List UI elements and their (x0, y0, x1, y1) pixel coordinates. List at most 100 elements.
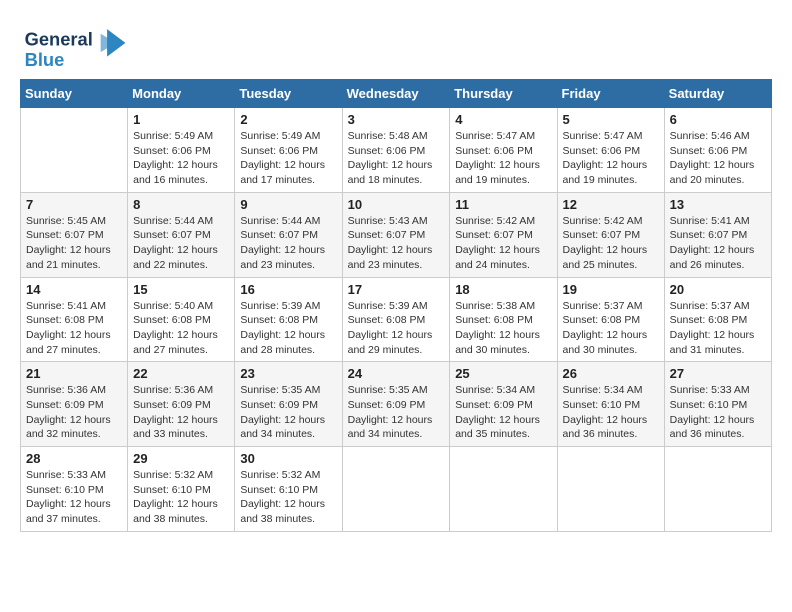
day-number: 9 (240, 197, 336, 212)
calendar-week-row: 7Sunrise: 5:45 AMSunset: 6:07 PMDaylight… (21, 192, 772, 277)
calendar-cell: 16 Sunrise: 5:39 AMSunset: 6:08 PMDayligh… (235, 277, 342, 362)
weekday-header-thursday: Thursday (450, 80, 557, 108)
weekday-header-row: SundayMondayTuesdayWednesdayThursdayFrid… (21, 80, 772, 108)
day-info: Sunrise: 5:46 AMSunset: 6:06 PMDaylight:… (670, 129, 766, 188)
day-info: Sunrise: 5:47 AMSunset: 6:06 PMDaylight:… (563, 129, 659, 188)
day-number: 22 (133, 366, 229, 381)
calendar-cell: 15 Sunrise: 5:40 AMSunset: 6:08 PMDayligh… (128, 277, 235, 362)
calendar-cell: 29 Sunrise: 5:32 AMSunset: 6:10 PMDayligh… (128, 447, 235, 532)
day-number: 1 (133, 112, 229, 127)
calendar-cell: 17Sunrise: 5:39 AMSunset: 6:08 PMDayligh… (342, 277, 450, 362)
day-info: Sunrise: 5:35 AMSunset: 6:09 PMDaylight:… (348, 383, 445, 442)
calendar-cell: 25 Sunrise: 5:34 AMSunset: 6:09 PMDayligh… (450, 362, 557, 447)
day-info: Sunrise: 5:33 AMSunset: 6:10 PMDaylight:… (670, 383, 766, 442)
day-info: Sunrise: 5:45 AMSunset: 6:07 PMDaylight:… (26, 214, 122, 273)
calendar-cell: 8 Sunrise: 5:44 AMSunset: 6:07 PMDaylight… (128, 192, 235, 277)
calendar-cell: 9 Sunrise: 5:44 AMSunset: 6:07 PMDaylight… (235, 192, 342, 277)
day-info: Sunrise: 5:32 AMSunset: 6:10 PMDaylight:… (133, 468, 229, 527)
day-info: Sunrise: 5:33 AMSunset: 6:10 PMDaylight:… (26, 468, 122, 527)
calendar-cell: 1 Sunrise: 5:49 AMSunset: 6:06 PMDaylight… (128, 108, 235, 193)
logo-svg: General Blue (20, 20, 130, 75)
calendar-cell: 12 Sunrise: 5:42 AMSunset: 6:07 PMDayligh… (557, 192, 664, 277)
calendar-cell: 23Sunrise: 5:35 AMSunset: 6:09 PMDayligh… (235, 362, 342, 447)
calendar-cell: 19Sunrise: 5:37 AMSunset: 6:08 PMDayligh… (557, 277, 664, 362)
calendar-cell: 28 Sunrise: 5:33 AMSunset: 6:10 PMDayligh… (21, 447, 128, 532)
weekday-header-sunday: Sunday (21, 80, 128, 108)
day-number: 8 (133, 197, 229, 212)
calendar-cell: 24 Sunrise: 5:35 AMSunset: 6:09 PMDayligh… (342, 362, 450, 447)
day-info: Sunrise: 5:40 AMSunset: 6:08 PMDaylight:… (133, 299, 229, 358)
day-number: 2 (240, 112, 336, 127)
day-number: 13 (670, 197, 766, 212)
day-info: Sunrise: 5:43 AMSunset: 6:07 PMDaylight:… (348, 214, 445, 273)
day-info: Sunrise: 5:36 AMSunset: 6:09 PMDaylight:… (133, 383, 229, 442)
day-info: Sunrise: 5:49 AMSunset: 6:06 PMDaylight:… (240, 129, 336, 188)
svg-text:General: General (25, 29, 93, 50)
day-number: 29 (133, 451, 229, 466)
calendar-cell (342, 447, 450, 532)
day-number: 26 (563, 366, 659, 381)
day-number: 14 (26, 282, 122, 297)
day-info: Sunrise: 5:36 AMSunset: 6:09 PMDaylight:… (26, 383, 122, 442)
day-number: 25 (455, 366, 551, 381)
day-number: 3 (348, 112, 445, 127)
day-number: 15 (133, 282, 229, 297)
day-number: 28 (26, 451, 122, 466)
calendar-cell: 2 Sunrise: 5:49 AMSunset: 6:06 PMDaylight… (235, 108, 342, 193)
calendar-week-row: 1 Sunrise: 5:49 AMSunset: 6:06 PMDaylight… (21, 108, 772, 193)
svg-text:Blue: Blue (25, 49, 65, 70)
calendar-body: 1 Sunrise: 5:49 AMSunset: 6:06 PMDaylight… (21, 108, 772, 532)
day-number: 6 (670, 112, 766, 127)
calendar-cell (21, 108, 128, 193)
calendar-cell: 21 Sunrise: 5:36 AMSunset: 6:09 PMDayligh… (21, 362, 128, 447)
day-info: Sunrise: 5:34 AMSunset: 6:09 PMDaylight:… (455, 383, 551, 442)
weekday-header-monday: Monday (128, 80, 235, 108)
calendar-cell: 27 Sunrise: 5:33 AMSunset: 6:10 PMDayligh… (664, 362, 771, 447)
calendar-cell (450, 447, 557, 532)
calendar-cell: 10Sunrise: 5:43 AMSunset: 6:07 PMDayligh… (342, 192, 450, 277)
day-info: Sunrise: 5:47 AMSunset: 6:06 PMDaylight:… (455, 129, 551, 188)
day-info: Sunrise: 5:35 AMSunset: 6:09 PMDaylight:… (240, 383, 336, 442)
day-info: Sunrise: 5:37 AMSunset: 6:08 PMDaylight:… (563, 299, 659, 358)
calendar-week-row: 21 Sunrise: 5:36 AMSunset: 6:09 PMDayligh… (21, 362, 772, 447)
day-number: 21 (26, 366, 122, 381)
calendar-cell: 7Sunrise: 5:45 AMSunset: 6:07 PMDaylight… (21, 192, 128, 277)
calendar-cell (664, 447, 771, 532)
day-info: Sunrise: 5:34 AMSunset: 6:10 PMDaylight:… (563, 383, 659, 442)
calendar-week-row: 28 Sunrise: 5:33 AMSunset: 6:10 PMDayligh… (21, 447, 772, 532)
day-info: Sunrise: 5:37 AMSunset: 6:08 PMDaylight:… (670, 299, 766, 358)
calendar-cell: 5Sunrise: 5:47 AMSunset: 6:06 PMDaylight… (557, 108, 664, 193)
calendar-cell (557, 447, 664, 532)
day-number: 4 (455, 112, 551, 127)
day-number: 30 (240, 451, 336, 466)
weekday-header-tuesday: Tuesday (235, 80, 342, 108)
logo: General Blue (20, 20, 130, 75)
weekday-header-saturday: Saturday (664, 80, 771, 108)
day-number: 16 (240, 282, 336, 297)
page-header: General Blue (20, 20, 772, 75)
day-info: Sunrise: 5:48 AMSunset: 6:06 PMDaylight:… (348, 129, 445, 188)
day-number: 24 (348, 366, 445, 381)
day-info: Sunrise: 5:49 AMSunset: 6:06 PMDaylight:… (133, 129, 229, 188)
day-number: 12 (563, 197, 659, 212)
calendar-cell: 18 Sunrise: 5:38 AMSunset: 6:08 PMDayligh… (450, 277, 557, 362)
day-info: Sunrise: 5:42 AMSunset: 6:07 PMDaylight:… (563, 214, 659, 273)
day-info: Sunrise: 5:41 AMSunset: 6:08 PMDaylight:… (26, 299, 122, 358)
calendar-cell: 11Sunrise: 5:42 AMSunset: 6:07 PMDayligh… (450, 192, 557, 277)
calendar-cell: 13 Sunrise: 5:41 AMSunset: 6:07 PMDayligh… (664, 192, 771, 277)
day-info: Sunrise: 5:39 AMSunset: 6:08 PMDaylight:… (240, 299, 336, 358)
calendar-cell: 6 Sunrise: 5:46 AMSunset: 6:06 PMDaylight… (664, 108, 771, 193)
calendar-table: SundayMondayTuesdayWednesdayThursdayFrid… (20, 79, 772, 532)
day-number: 20 (670, 282, 766, 297)
day-number: 27 (670, 366, 766, 381)
calendar-week-row: 14 Sunrise: 5:41 AMSunset: 6:08 PMDayligh… (21, 277, 772, 362)
weekday-header-wednesday: Wednesday (342, 80, 450, 108)
day-number: 18 (455, 282, 551, 297)
day-number: 17 (348, 282, 445, 297)
day-info: Sunrise: 5:44 AMSunset: 6:07 PMDaylight:… (133, 214, 229, 273)
calendar-header: SundayMondayTuesdayWednesdayThursdayFrid… (21, 80, 772, 108)
day-info: Sunrise: 5:41 AMSunset: 6:07 PMDaylight:… (670, 214, 766, 273)
calendar-cell: 26 Sunrise: 5:34 AMSunset: 6:10 PMDayligh… (557, 362, 664, 447)
day-info: Sunrise: 5:38 AMSunset: 6:08 PMDaylight:… (455, 299, 551, 358)
day-info: Sunrise: 5:44 AMSunset: 6:07 PMDaylight:… (240, 214, 336, 273)
